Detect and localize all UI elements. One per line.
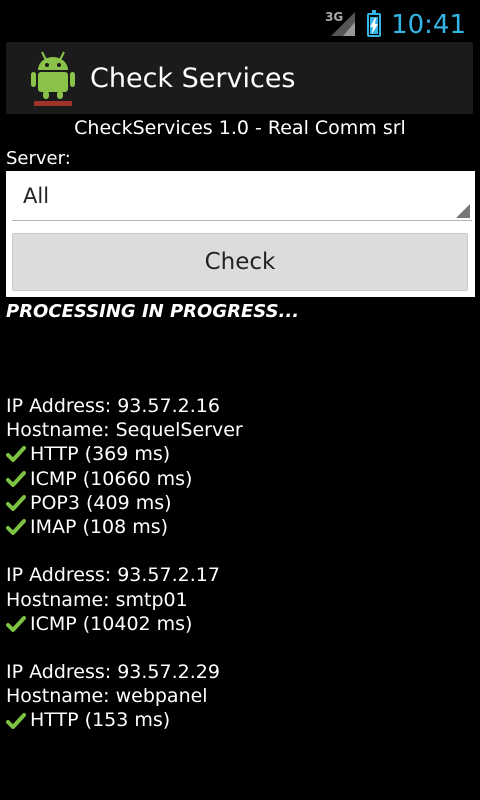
clock: 10:41 — [391, 10, 466, 40]
service-status: HTTP (369 ms) — [30, 443, 171, 466]
check-button[interactable]: Check — [12, 233, 468, 291]
check-mark-icon — [6, 712, 26, 729]
service-status: IMAP (108 ms) — [30, 515, 169, 538]
service-row: ICMP (10660 ms) — [6, 467, 243, 491]
service-status: POP3 (409 ms) — [30, 491, 172, 514]
service-status: ICMP (10402 ms) — [30, 612, 193, 635]
ip-address: IP Address: 93.57.2.17 — [6, 564, 220, 587]
battery-icon — [367, 10, 382, 37]
check-mark-icon — [6, 446, 26, 463]
hostname: Hostname: webpanel — [6, 685, 208, 708]
service-row: HTTP (153 ms) — [6, 708, 243, 732]
service-row: IMAP (108 ms) — [6, 515, 243, 539]
hostname: Hostname: SequelServer — [6, 419, 243, 442]
check-mark-icon — [6, 615, 26, 632]
dropdown-arrow-icon — [456, 204, 470, 218]
check-mark-icon — [6, 519, 26, 536]
service-row: ICMP (10402 ms) — [6, 612, 243, 636]
results-list: IP Address: 93.57.2.16 Hostname: SequelS… — [6, 394, 243, 733]
check-mark-icon — [6, 470, 26, 487]
ip-address: IP Address: 93.57.2.16 — [6, 395, 220, 417]
app-subtitle: CheckServices 1.0 - Real Comm srl — [74, 117, 406, 139]
status-bar-right: 3G 10:41 — [325, 10, 466, 40]
server-select-value: All — [23, 184, 50, 208]
form-panel: All Check — [6, 171, 475, 297]
service-status: ICMP (10660 ms) — [30, 467, 193, 490]
server-label: Server: — [6, 148, 71, 169]
service-row: HTTP (369 ms) — [6, 442, 243, 466]
service-row: POP3 (409 ms) — [6, 491, 243, 515]
check-mark-icon — [6, 494, 26, 511]
app-android-icon[interactable] — [28, 48, 78, 108]
ip-address: IP Address: 93.57.2.29 — [6, 661, 220, 684]
hostname: Hostname: smtp01 — [6, 588, 188, 611]
server-select[interactable]: All — [12, 171, 472, 221]
service-status: HTTP (153 ms) — [30, 709, 171, 732]
signal-icon: 3G — [325, 10, 357, 38]
app-title: Check Services — [90, 62, 296, 94]
action-bar: Check Services — [6, 42, 473, 114]
processing-status: PROCESSING IN PROGRESS... — [6, 301, 300, 322]
